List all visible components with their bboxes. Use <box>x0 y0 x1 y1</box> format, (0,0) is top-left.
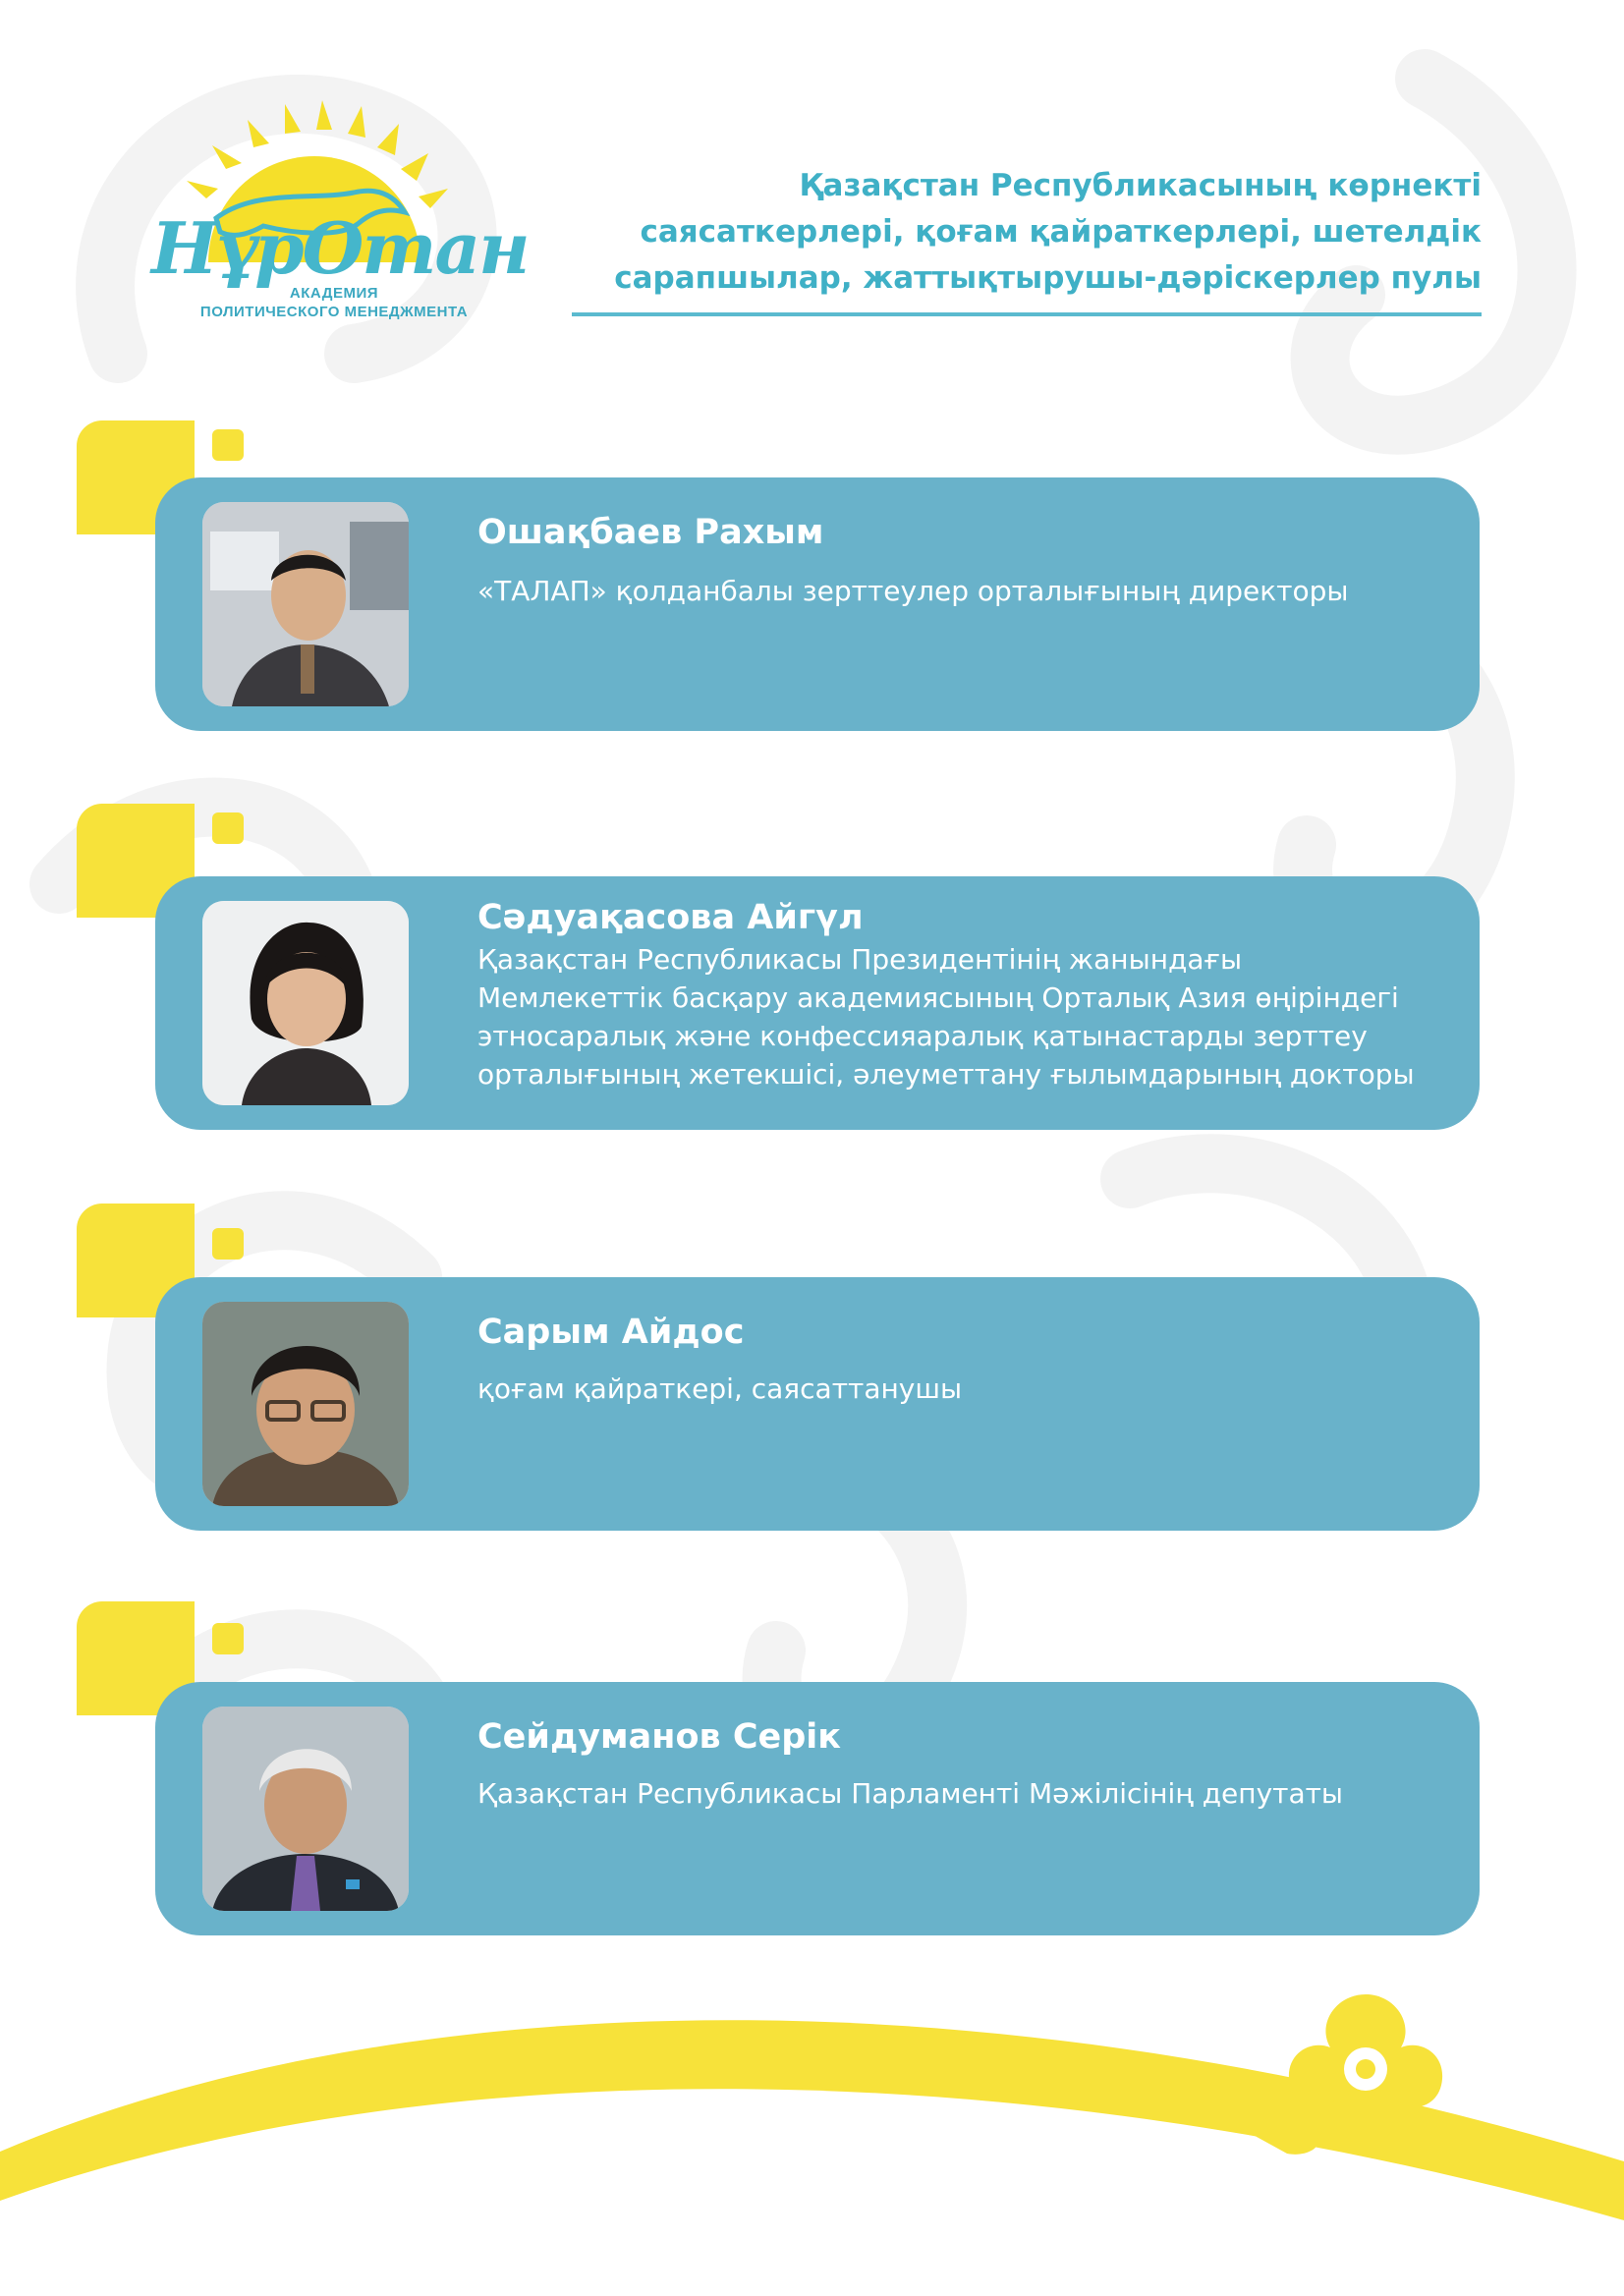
person-name: Сарым Айдос <box>477 1313 745 1352</box>
person-name: Ошақбаев Рахым <box>477 513 824 552</box>
person-name: Сәдуақасова Айгүл <box>477 898 864 937</box>
person-description-line: қоғам қайраткері, саясаттанушы <box>477 1372 963 1405</box>
person-description: Қазақстан Республикасы Парламенті Мәжілі… <box>477 1774 1450 1813</box>
person-photo <box>202 901 409 1105</box>
logo: НұрОтан АКАДЕМИЯ ПОЛИТИЧЕСКОГО МЕНЕДЖМЕН… <box>147 90 531 336</box>
person-card: Сәдуақасова Айгүл Қазақстан Республикасы… <box>155 876 1480 1130</box>
person-description-line: орталығының жетекшісі, әлеуметтану ғылым… <box>477 1058 1415 1091</box>
yellow-accent-square <box>212 1623 244 1654</box>
header-divider <box>572 312 1482 316</box>
person-card: Сарым Айдос қоғам қайраткері, саясаттану… <box>155 1277 1480 1531</box>
person-description: «ТАЛАП» қолданбалы зерттеулер орталығыны… <box>477 572 1450 610</box>
person-description-line: Қазақстан Республикасы Президентінің жан… <box>477 943 1243 976</box>
yellow-accent-square <box>212 1228 244 1260</box>
person-photo <box>202 1302 409 1506</box>
page-title-line: сарапшылар, жаттықтырушы-дәріскерлер пул… <box>614 260 1482 296</box>
portrait-man-icon <box>202 1302 409 1506</box>
person-photo <box>202 502 409 706</box>
person-description-line: «ТАЛАП» қолданбалы зерттеулер орталығыны… <box>477 575 1349 607</box>
yellow-accent-square <box>212 429 244 461</box>
person-description-line: Қазақстан Республикасы Парламенті Мәжілі… <box>477 1777 1344 1810</box>
portrait-man-icon <box>202 502 409 706</box>
yellow-accent-square <box>212 812 244 844</box>
person-description: қоғам қайраткері, саясаттанушы <box>477 1370 1450 1408</box>
person-description-line: Мемлекеттік басқару академиясының Орталы… <box>477 981 1399 1014</box>
person-description-line: этносаралық және конфессияаралық қатынас… <box>477 1020 1368 1052</box>
logo-academy-text: АКАДЕМИЯ <box>289 285 379 302</box>
person-name: Сейдуманов Серік <box>477 1717 842 1757</box>
page-title-line: Қазақстан Республикасының көрнекті <box>799 168 1482 203</box>
logo-script-text: НұрОтан <box>151 206 531 290</box>
logo-management-text: ПОЛИТИЧЕСКОГО МЕНЕДЖМЕНТА <box>199 304 469 320</box>
kazakh-ornament-icon <box>1248 1994 1484 2155</box>
portrait-woman-icon <box>202 901 409 1105</box>
page-title: Қазақстан Республикасының көрнекті саяса… <box>538 163 1482 302</box>
person-card: Ошақбаев Рахым «ТАЛАП» қолданбалы зертте… <box>155 477 1480 731</box>
person-description: Қазақстан Республикасы Президентінің жан… <box>477 940 1450 1093</box>
page-title-line: саясаткерлері, қоғам қайраткерлері, шете… <box>640 214 1482 250</box>
